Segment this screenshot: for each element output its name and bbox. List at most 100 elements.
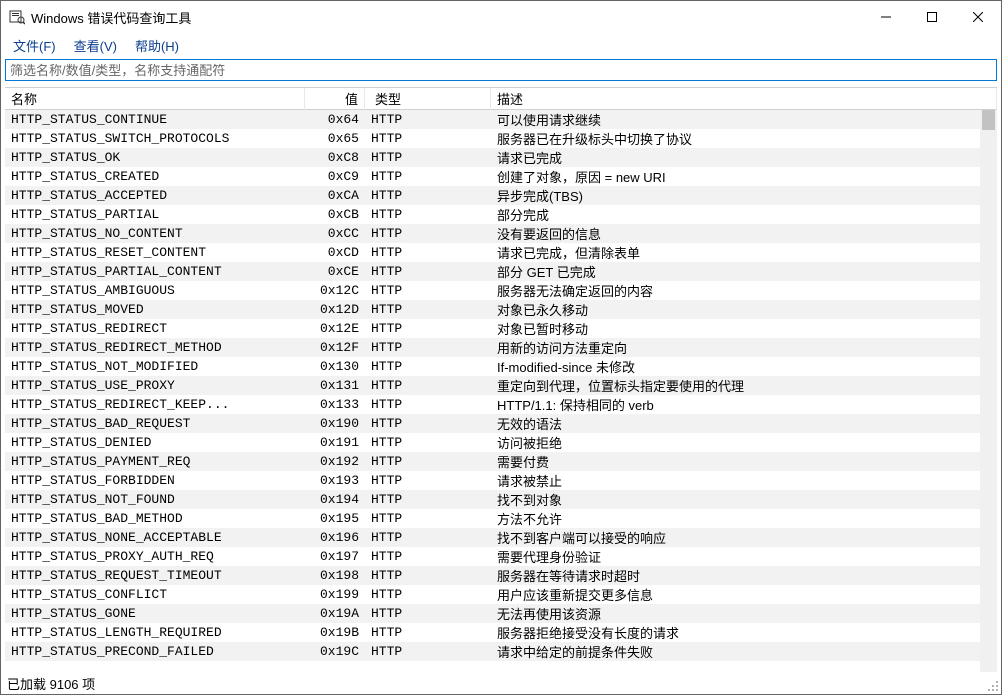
table-row[interactable]: HTTP_STATUS_ACCEPTED0xCAHTTP异步完成(TBS) [5,186,997,205]
cell-desc: 请求已完成 [491,148,997,167]
cell-name: HTTP_STATUS_GONE [5,606,305,621]
cell-name: HTTP_STATUS_NO_CONTENT [5,226,305,241]
cell-value: 0x194 [305,492,365,507]
table-row[interactable]: HTTP_STATUS_OK0xC8HTTP请求已完成 [5,148,997,167]
maximize-button[interactable] [909,1,955,33]
col-header-value[interactable]: 值 [305,87,365,110]
table-row[interactable]: HTTP_STATUS_NOT_FOUND0x194HTTP找不到对象 [5,490,997,509]
menu-file[interactable]: 文件(F) [5,34,64,57]
cell-name: HTTP_STATUS_REDIRECT [5,321,305,336]
cell-name: HTTP_STATUS_PROXY_AUTH_REQ [5,549,305,564]
table-row[interactable]: HTTP_STATUS_CREATED0xC9HTTP创建了对象，原因 = ne… [5,167,997,186]
cell-value: 0xCC [305,226,365,241]
cell-desc: 异步完成(TBS) [491,186,997,205]
cell-desc: 用户应该重新提交更多信息 [491,585,997,604]
table-row[interactable]: HTTP_STATUS_AMBIGUOUS0x12CHTTP服务器无法确定返回的… [5,281,997,300]
cell-type: HTTP [365,530,491,545]
cell-name: HTTP_STATUS_BAD_METHOD [5,511,305,526]
cell-type: HTTP [365,549,491,564]
cell-desc: 找不到对象 [491,490,997,509]
cell-name: HTTP_STATUS_BAD_REQUEST [5,416,305,431]
cell-value: 0x130 [305,359,365,374]
cell-name: HTTP_STATUS_CONFLICT [5,587,305,602]
table-row[interactable]: HTTP_STATUS_BAD_REQUEST0x190HTTP无效的语法 [5,414,997,433]
app-icon [9,9,25,25]
table-row[interactable]: HTTP_STATUS_BAD_METHOD0x195HTTP方法不允许 [5,509,997,528]
cell-desc: 对象已永久移动 [491,300,997,319]
table-row[interactable]: HTTP_STATUS_GONE0x19AHTTP无法再使用该资源 [5,604,997,623]
results-table: 名称 值 类型 描述 HTTP_STATUS_CONTINUE0x64HTTP可… [5,87,997,672]
filter-input[interactable] [5,59,997,81]
table-row[interactable]: HTTP_STATUS_PRECOND_FAILED0x19CHTTP请求中给定… [5,642,997,661]
cell-name: HTTP_STATUS_NOT_MODIFIED [5,359,305,374]
table-row[interactable]: HTTP_STATUS_PARTIAL_CONTENT0xCEHTTP部分 GE… [5,262,997,281]
cell-type: HTTP [365,625,491,640]
table-row[interactable]: HTTP_STATUS_REDIRECT_METHOD0x12FHTTP用新的访… [5,338,997,357]
cell-desc: 对象已暂时移动 [491,319,997,338]
table-row[interactable]: HTTP_STATUS_USE_PROXY0x131HTTP重定向到代理，位置标… [5,376,997,395]
table-row[interactable]: HTTP_STATUS_NONE_ACCEPTABLE0x196HTTP找不到客… [5,528,997,547]
cell-type: HTTP [365,226,491,241]
table-row[interactable]: HTTP_STATUS_MOVED0x12DHTTP对象已永久移动 [5,300,997,319]
table-row[interactable]: HTTP_STATUS_PAYMENT_REQ0x192HTTP需要付费 [5,452,997,471]
table-row[interactable]: HTTP_STATUS_CONTINUE0x64HTTP可以使用请求继续 [5,110,997,129]
table-row[interactable]: HTTP_STATUS_PARTIAL0xCBHTTP部分完成 [5,205,997,224]
cell-desc: 找不到客户端可以接受的响应 [491,528,997,547]
table-row[interactable]: HTTP_STATUS_LENGTH_REQUIRED0x19BHTTP服务器拒… [5,623,997,642]
table-row[interactable]: HTTP_STATUS_FORBIDDEN0x193HTTP请求被禁止 [5,471,997,490]
col-header-name[interactable]: 名称 [5,87,305,110]
col-header-desc[interactable]: 描述 [491,87,997,110]
cell-desc: HTTP/1.1: 保持相同的 verb [491,395,997,414]
cell-value: 0x199 [305,587,365,602]
cell-desc: 需要代理身份验证 [491,547,997,566]
cell-desc: 用新的访问方法重定向 [491,338,997,357]
cell-type: HTTP [365,112,491,127]
cell-value: 0x12D [305,302,365,317]
window-title: Windows 错误代码查询工具 [31,8,863,27]
cell-name: HTTP_STATUS_USE_PROXY [5,378,305,393]
cell-type: HTTP [365,435,491,450]
cell-name: HTTP_STATUS_OK [5,150,305,165]
resize-grip[interactable] [985,678,999,692]
cell-desc: 服务器无法确定返回的内容 [491,281,997,300]
cell-value: 0x190 [305,416,365,431]
cell-desc: 重定向到代理，位置标头指定要使用的代理 [491,376,997,395]
cell-value: 0x197 [305,549,365,564]
cell-type: HTTP [365,473,491,488]
cell-name: HTTP_STATUS_RESET_CONTENT [5,245,305,260]
table-row[interactable]: HTTP_STATUS_NOT_MODIFIED0x130HTTPIf-modi… [5,357,997,376]
cell-type: HTTP [365,321,491,336]
cell-value: 0xC9 [305,169,365,184]
cell-value: 0x131 [305,378,365,393]
cell-type: HTTP [365,283,491,298]
table-row[interactable]: HTTP_STATUS_REDIRECT0x12EHTTP对象已暂时移动 [5,319,997,338]
cell-desc: 请求已完成，但清除表单 [491,243,997,262]
table-row[interactable]: HTTP_STATUS_REQUEST_TIMEOUT0x198HTTP服务器在… [5,566,997,585]
table-row[interactable]: HTTP_STATUS_DENIED0x191HTTP访问被拒绝 [5,433,997,452]
cell-desc: If-modified-since 未修改 [491,357,997,376]
cell-type: HTTP [365,131,491,146]
scrollbar-thumb[interactable] [982,110,995,130]
cell-desc: 无效的语法 [491,414,997,433]
col-header-type[interactable]: 类型 [365,87,491,110]
table-row[interactable]: HTTP_STATUS_RESET_CONTENT0xCDHTTP请求已完成，但… [5,243,997,262]
cell-value: 0xCD [305,245,365,260]
cell-type: HTTP [365,644,491,659]
table-row[interactable]: HTTP_STATUS_REDIRECT_KEEP...0x133HTTPHTT… [5,395,997,414]
cell-value: 0x19C [305,644,365,659]
table-row[interactable]: HTTP_STATUS_CONFLICT0x199HTTP用户应该重新提交更多信… [5,585,997,604]
statusbar: 已加载 9106 项 [1,672,1001,694]
close-button[interactable] [955,1,1001,33]
vertical-scrollbar[interactable] [980,110,997,672]
menu-view[interactable]: 查看(V) [66,34,125,57]
menu-help[interactable]: 帮助(H) [127,34,187,57]
cell-value: 0x19B [305,625,365,640]
table-row[interactable]: HTTP_STATUS_NO_CONTENT0xCCHTTP没有要返回的信息 [5,224,997,243]
table-row[interactable]: HTTP_STATUS_SWITCH_PROTOCOLS0x65HTTP服务器已… [5,129,997,148]
cell-desc: 需要付费 [491,452,997,471]
cell-value: 0x192 [305,454,365,469]
minimize-button[interactable] [863,1,909,33]
cell-type: HTTP [365,492,491,507]
table-header: 名称 值 类型 描述 [5,88,997,110]
table-row[interactable]: HTTP_STATUS_PROXY_AUTH_REQ0x197HTTP需要代理身… [5,547,997,566]
